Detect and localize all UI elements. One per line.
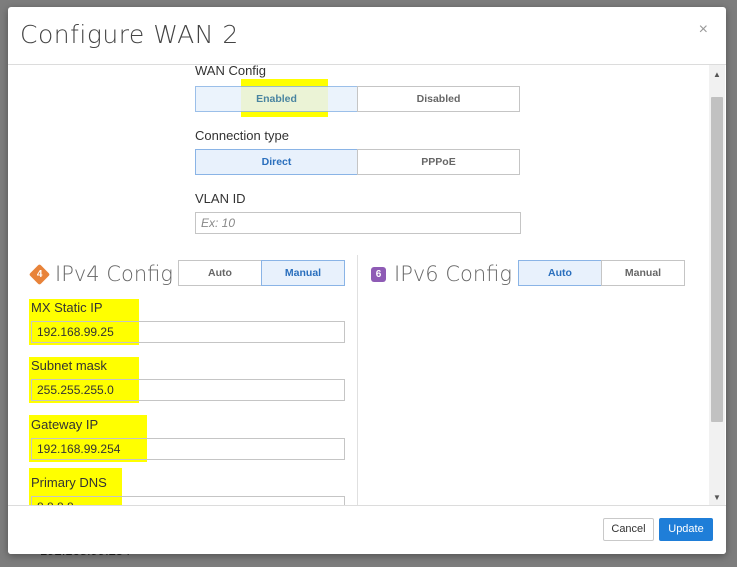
- dialog-title: Configure WAN 2: [20, 20, 239, 49]
- dialog-scrollbar[interactable]: ▲ ▼: [709, 65, 725, 505]
- vlan-id-input[interactable]: Ex: 10: [195, 212, 521, 234]
- vlan-id-label: VLAN ID: [195, 191, 246, 206]
- ipv6-config-title: IPv6 Config: [394, 262, 512, 286]
- close-icon[interactable]: ×: [699, 21, 708, 39]
- ipv4-manual-toggle[interactable]: Manual: [261, 260, 345, 286]
- connection-type-label: Connection type: [195, 128, 289, 143]
- dialog-body: WAN Config Enabled Disabled Connection t…: [8, 65, 708, 505]
- vlan-id-placeholder: Ex: 10: [201, 216, 236, 230]
- dialog-footer: Cancel Update: [8, 505, 726, 554]
- ipv6-manual-toggle[interactable]: Manual: [601, 260, 685, 286]
- ipv4-badge-icon: 4: [28, 263, 51, 286]
- scroll-up-icon[interactable]: ▲: [713, 70, 721, 79]
- wan-config-label: WAN Config: [195, 65, 267, 78]
- configure-wan-dialog: Configure WAN 2 × WAN Config Enabled Dis…: [8, 7, 726, 554]
- dialog-header: Configure WAN 2 ×: [8, 7, 726, 65]
- gateway-ip-input[interactable]: 192.168.99.254: [31, 438, 345, 460]
- static-ip-input[interactable]: 192.168.99.25: [31, 321, 345, 343]
- static-ip-label: MX Static IP: [31, 300, 103, 315]
- ipv4-config-title: IPv4 Config: [55, 262, 173, 286]
- cancel-button[interactable]: Cancel: [603, 518, 654, 541]
- update-button[interactable]: Update: [659, 518, 713, 541]
- subnet-mask-input[interactable]: 255.255.255.0: [31, 379, 345, 401]
- ipv6-auto-toggle[interactable]: Auto: [518, 260, 602, 286]
- gateway-ip-label: Gateway IP: [31, 417, 99, 432]
- scroll-down-icon[interactable]: ▼: [713, 493, 721, 502]
- ipv6-badge-icon: 6: [371, 267, 386, 282]
- subnet-mask-label: Subnet mask: [31, 358, 107, 373]
- connection-direct-toggle[interactable]: Direct: [195, 149, 358, 175]
- ipv4-auto-toggle[interactable]: Auto: [178, 260, 262, 286]
- primary-dns-label: Primary DNS: [31, 475, 107, 490]
- connection-pppoe-toggle[interactable]: PPPoE: [357, 149, 520, 175]
- scroll-thumb[interactable]: [711, 97, 723, 422]
- wan-disabled-toggle[interactable]: Disabled: [357, 86, 520, 112]
- column-divider: [357, 255, 358, 505]
- wan-enabled-toggle[interactable]: Enabled: [195, 86, 358, 112]
- primary-dns-input[interactable]: 8.8.8.8: [31, 496, 345, 505]
